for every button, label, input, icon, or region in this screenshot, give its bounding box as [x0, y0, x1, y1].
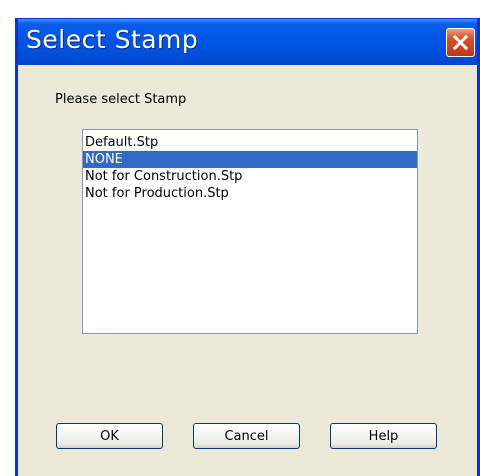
list-item[interactable]: Not for Construction.Stp	[83, 168, 417, 185]
title-bar[interactable]: Select Stamp	[18, 19, 477, 65]
select-stamp-dialog: Select Stamp Please select Stamp Default…	[15, 18, 480, 476]
ok-button[interactable]: OK	[56, 423, 163, 449]
close-button[interactable]	[446, 28, 475, 57]
list-item[interactable]: Not for Production.Stp	[83, 185, 417, 202]
close-icon	[452, 34, 469, 51]
help-button[interactable]: Help	[330, 423, 437, 449]
stamp-list[interactable]: Default.Stp NONE Not for Construction.St…	[82, 129, 418, 334]
list-item-selected[interactable]: NONE	[83, 151, 417, 168]
list-item[interactable]: Default.Stp	[83, 134, 417, 151]
cancel-button[interactable]: Cancel	[193, 423, 300, 449]
dialog-title: Select Stamp	[26, 25, 199, 54]
prompt-label: Please select Stamp	[55, 92, 187, 107]
